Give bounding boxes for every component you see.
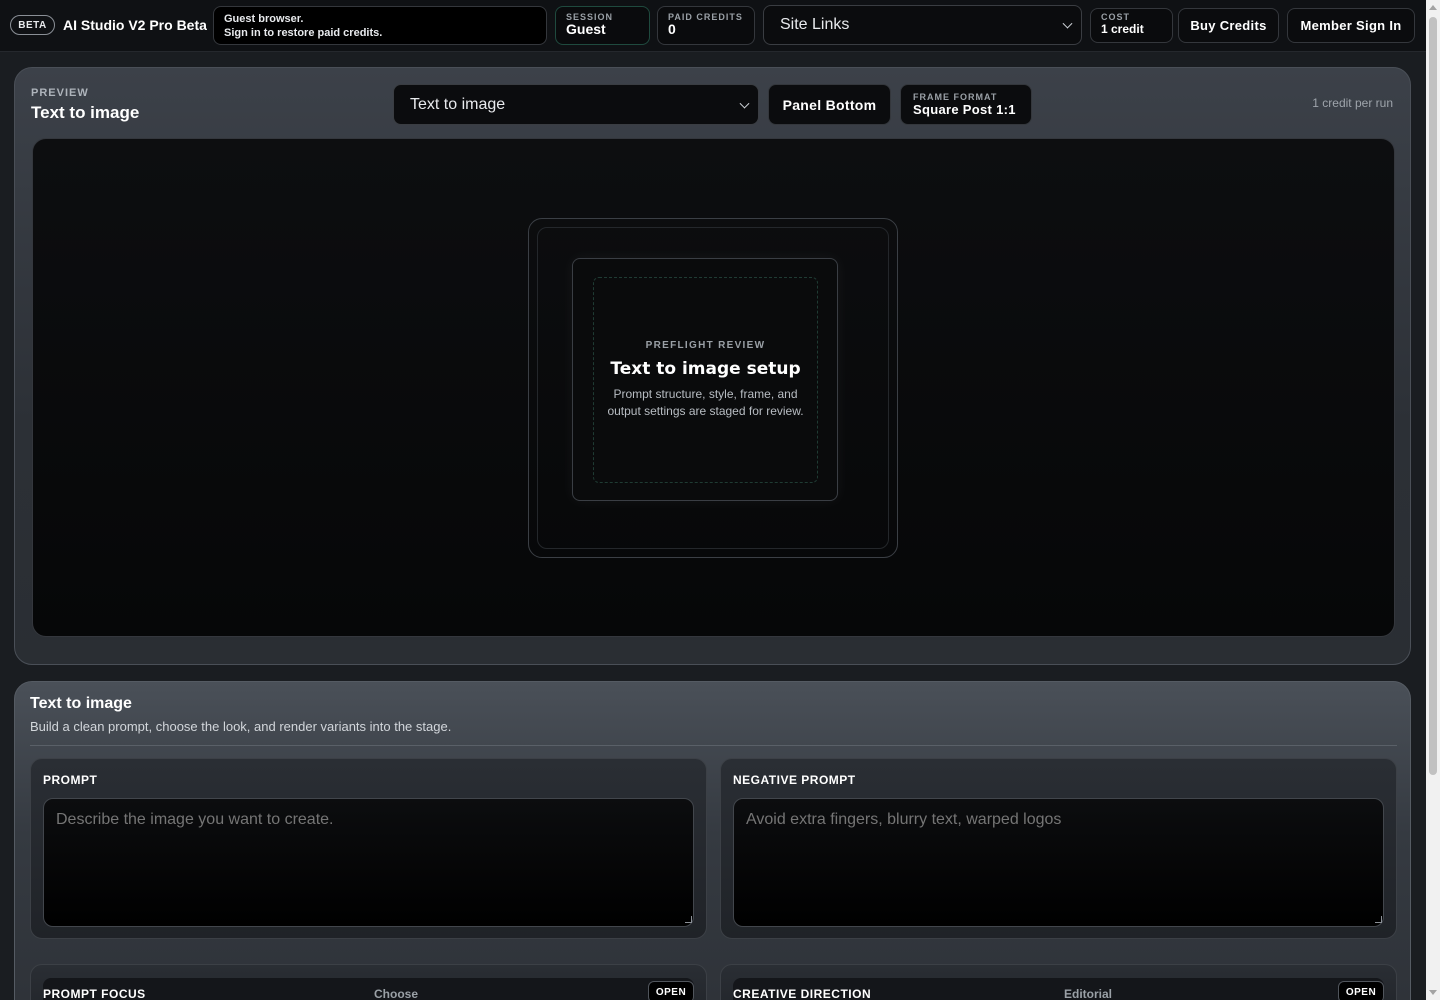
creative-direction-open-button[interactable]: OPEN [1338,981,1384,1000]
editor-subtitle: Build a clean prompt, choose the look, a… [30,719,452,734]
prompt-card: PROMPT [30,758,707,939]
frame-format-label: FRAME FORMAT [913,92,998,102]
app-title: AI Studio V2 Pro Beta [63,17,207,33]
site-links-label: Site Links [780,16,850,33]
creative-direction-value: Editorial [1064,987,1113,1000]
cost-status: COST 1 credit [1090,8,1173,43]
preflight-card: PREFLIGHT REVIEW Text to image setup Pro… [572,258,838,501]
member-sign-in-button[interactable]: Member Sign In [1287,8,1415,43]
mode-select-value: Text to image [410,95,506,113]
preview-title: Text to image [31,103,140,122]
guest-notice: Guest browser. Sign in to restore paid c… [213,6,547,45]
prompt-focus-value: Choose [374,987,419,1000]
panel-bottom-button[interactable]: Panel Bottom [768,84,891,125]
session-value: Guest [566,21,606,37]
negative-prompt-card: NEGATIVE PROMPT [720,758,1397,939]
guest-notice-line2: Sign in to restore paid credits. [224,27,383,39]
site-links-select[interactable]: Site Links [763,5,1082,45]
preview-stage: PREFLIGHT REVIEW Text to image setup Pro… [32,138,1395,637]
cost-label: COST [1101,12,1131,22]
prompt-focus-row[interactable]: PROMPT FOCUS Choose OPEN [43,978,694,1000]
preflight-eyebrow: PREFLIGHT REVIEW [645,339,766,351]
preflight-description: Prompt structure, style, frame, and outp… [607,386,804,419]
creative-direction-card: CREATIVE DIRECTION Editorial OPEN [720,964,1397,1000]
paid-credits-label: PAID CREDITS [668,12,743,22]
creative-direction-row[interactable]: CREATIVE DIRECTION Editorial OPEN [733,978,1384,1000]
guest-notice-line1: Guest browser. [224,13,304,25]
prompt-focus-label: PROMPT FOCUS [43,987,146,1000]
preflight-title: Text to image setup [610,358,801,379]
preview-eyebrow: PREVIEW [31,87,89,99]
negative-prompt-label: NEGATIVE PROMPT [733,773,856,787]
frame-format-value: Square Post 1:1 [913,102,1016,117]
beta-badge: BETA [10,15,55,35]
mode-select[interactable]: Text to image [393,84,759,125]
paid-credits-status: PAID CREDITS 0 [657,6,755,45]
scroll-up-arrow-icon[interactable] [1429,5,1437,10]
page-scrollbar[interactable] [1426,0,1440,1000]
divider [30,745,1397,746]
paid-credits-value: 0 [668,21,676,37]
editor-panel: Text to image Build a clean prompt, choo… [14,681,1411,1000]
creative-direction-label: CREATIVE DIRECTION [733,987,872,1000]
prompt-input[interactable] [43,798,694,927]
buy-credits-button[interactable]: Buy Credits [1178,8,1279,43]
top-bar: BETA AI Studio V2 Pro Beta Guest browser… [0,0,1426,52]
resize-handle-icon[interactable] [1375,916,1382,923]
prompt-label: PROMPT [43,773,98,787]
credit-per-run-note: 1 credit per run [1312,96,1393,110]
negative-prompt-input[interactable] [733,798,1384,927]
scrollbar-thumb[interactable] [1429,17,1437,775]
frame-outline: PREFLIGHT REVIEW Text to image setup Pro… [528,218,898,558]
cost-value: 1 credit [1101,22,1144,36]
preflight-card-content: PREFLIGHT REVIEW Text to image setup Pro… [593,277,818,483]
prompt-focus-open-button[interactable]: OPEN [648,981,694,1000]
prompt-focus-card: PROMPT FOCUS Choose OPEN [30,964,707,1000]
frame-format-button[interactable]: FRAME FORMAT Square Post 1:1 [900,84,1032,125]
session-status: SESSION Guest [555,6,650,45]
editor-title: Text to image [30,695,132,712]
scroll-down-arrow-icon[interactable] [1429,990,1437,995]
chevron-down-icon [1062,18,1073,29]
chevron-down-icon [739,98,750,109]
preview-panel: PREVIEW Text to image Text to image Pane… [14,67,1411,665]
resize-handle-icon[interactable] [685,916,692,923]
